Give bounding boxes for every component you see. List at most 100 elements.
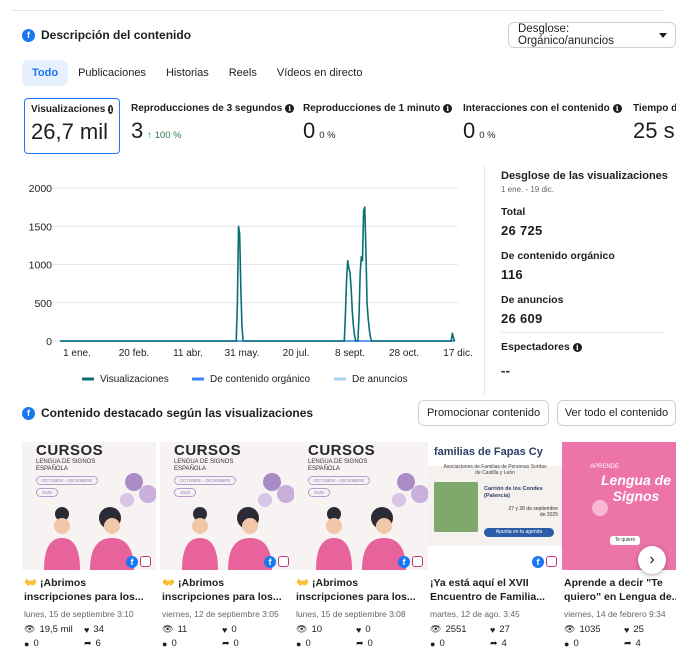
- views-line-chart: 0 500 1000 1500 2000 1 ene. 20 feb. 11 abr. 31 m…: [29, 183, 473, 385]
- thumb-illustration: [44, 473, 156, 570]
- stat-views: 👁 19,5 mil: [24, 624, 84, 635]
- stat-views: 👁 11: [162, 624, 222, 635]
- stat-likes: ♥ 27: [490, 624, 550, 635]
- y-tick-label: 1500: [29, 221, 53, 233]
- top-divider: [12, 10, 664, 11]
- share-icon: ➦: [624, 638, 632, 648]
- likes-count: 0: [365, 624, 371, 635]
- metric-interactions[interactable]: Interacciones con el contenido i 00 %: [463, 98, 631, 154]
- stat-shares: ➦ 4: [490, 638, 550, 649]
- stat-shares: ➦ 6: [84, 638, 144, 649]
- metric-value-row: 26,7 mil: [31, 119, 113, 145]
- metric-3s-plays[interactable]: Reproducciones de 3 segundos i 3 ↑ 100 %: [131, 98, 299, 154]
- eye-icon: 👁: [24, 624, 36, 634]
- facebook-icon: f: [22, 28, 35, 42]
- y-tick-label: 1000: [29, 260, 53, 272]
- post-date: lunes, 15 de septiembre 3:08: [296, 609, 406, 619]
- carousel-next-button[interactable]: ›: [638, 546, 666, 574]
- legend-label[interactable]: De contenido orgánico: [210, 374, 311, 385]
- stat-views: 👁 1035: [564, 624, 624, 635]
- viewers-label-row: Espectadores i: [501, 341, 676, 353]
- content-overview-header: f Descripción del contenido: [22, 28, 191, 42]
- breakdown-value: 26 609: [501, 311, 543, 326]
- stat-likes: ♥ 25: [624, 624, 676, 635]
- x-tick-label: 28 oct.: [389, 348, 419, 359]
- thumb-small-text: APRENDE: [590, 464, 620, 470]
- metric-1min-plays[interactable]: Reproducciones de 1 minuto i 00 %: [303, 98, 463, 154]
- metric-views-label-row: Visualizaciones i: [31, 104, 113, 115]
- x-tick-label: 1 ene.: [63, 348, 91, 359]
- breakdown-dropdown-label: Desglose: Orgánico/anuncios: [518, 23, 614, 47]
- facebook-badge-icon: f: [264, 556, 276, 568]
- caret-down-icon: [659, 32, 667, 38]
- comment-icon: ●: [162, 638, 168, 649]
- tab-posts[interactable]: Publicaciones: [68, 60, 156, 86]
- post-thumbnail: CURSOS LENGUA DE SIGNOS ESPAÑOLA OCTUBRE …: [160, 442, 294, 570]
- post-thumbnail: familias de Fapas Cy Asociaciones de Fam…: [428, 442, 562, 570]
- metric-label: Reproducciones de 1 minuto: [303, 103, 441, 114]
- promote-content-button[interactable]: Promocionar contenido: [418, 400, 549, 426]
- views-count: 11: [177, 624, 188, 635]
- tab-reels[interactable]: Reels: [219, 60, 267, 86]
- metric-1min-label-row: Reproducciones de 1 minuto i: [303, 103, 463, 114]
- stat-shares: ➦ 4: [624, 638, 676, 649]
- metric-delta: 0 %: [319, 130, 336, 141]
- metric-value: 26,7 mil: [31, 119, 109, 144]
- featured-card[interactable]: CURSOS LENGUA DE SIGNOS ESPAÑOLA OCTUBRE …: [294, 442, 428, 670]
- metric-label: Visualizaciones: [31, 104, 106, 115]
- post-title: 👐 ¡Abrimos inscripciones para los...: [162, 577, 282, 603]
- featured-card[interactable]: CURSOS LENGUA DE SIGNOS ESPAÑOLA OCTUBRE …: [160, 442, 294, 670]
- tab-live-videos[interactable]: Vídeos en directo: [267, 60, 373, 86]
- legend-label[interactable]: Visualizaciones: [100, 374, 169, 385]
- instagram-badge-icon: [546, 556, 557, 567]
- eye-icon: 👁: [564, 624, 576, 634]
- share-icon: ➦: [490, 638, 498, 648]
- post-date: martes, 12 de ago. 3:45: [430, 609, 520, 619]
- featured-card[interactable]: CURSOS LENGUA DE SIGNOS ESPAÑOLA OCTUBRE …: [22, 442, 156, 670]
- tab-stories[interactable]: Historias: [156, 60, 219, 86]
- content-type-tabs: Todo Publicaciones Historias Reels Vídeo…: [22, 60, 372, 86]
- breakdown-label: Total: [501, 206, 526, 218]
- post-title: 👐 ¡Abrimos inscripciones para los...: [24, 577, 144, 603]
- viewers-value: --: [501, 363, 511, 378]
- eye-icon: 👁: [430, 624, 442, 634]
- stat-comments: ● 0: [162, 638, 222, 649]
- stat-views: 👁 10: [296, 624, 356, 635]
- shares-count: 6: [95, 638, 101, 649]
- info-icon: i: [108, 105, 113, 114]
- info-icon: i: [443, 104, 453, 113]
- breakdown-dropdown[interactable]: Desglose: Orgánico/anuncios: [508, 22, 676, 48]
- comments-count: 0: [171, 638, 177, 649]
- share-icon: ➦: [84, 638, 92, 648]
- chevron-right-icon: ›: [649, 551, 655, 568]
- thumb-subtitle: Asociaciones de Familias de Personas Sor…: [443, 464, 547, 476]
- metric-value-row: 25 s: [633, 118, 676, 144]
- see-all-content-button[interactable]: Ver todo el contenido: [557, 400, 676, 426]
- comments-count: 0: [33, 638, 39, 649]
- x-tick-label: 31 may.: [225, 348, 260, 359]
- stat-comments: ● 0: [24, 638, 84, 649]
- stat-comments: ● 0: [296, 638, 356, 649]
- post-stats: 👁 19,5 mil ♥ 34 ● 0 ➦ 6: [22, 624, 156, 649]
- likes-count: 0: [231, 624, 237, 635]
- tab-all[interactable]: Todo: [22, 60, 69, 86]
- post-stats: 👁 2551 ♥ 27 ● 0 ➦ 4: [428, 624, 562, 649]
- metric-interactions-label-row: Interacciones con el contenido i: [463, 103, 631, 114]
- facebook-badge-icon: f: [398, 556, 410, 568]
- metric-3s-label-row: Reproducciones de 3 segundos i: [131, 103, 299, 114]
- heart-icon: ♥: [490, 624, 496, 635]
- heart-icon: ♥: [624, 624, 630, 635]
- stat-likes: ♥ 0: [356, 624, 416, 635]
- metric-watch-time[interactable]: Tiempo d 25 s: [633, 98, 676, 154]
- featured-cards: CURSOS LENGUA DE SIGNOS ESPAÑOLA OCTUBRE …: [22, 442, 676, 670]
- thumb-tag: Te quiero: [610, 536, 640, 545]
- x-tick-label: 11 abr.: [173, 348, 203, 359]
- heart-icon: ♥: [84, 624, 90, 635]
- featured-card[interactable]: familias de Fapas Cy Asociaciones de Fam…: [428, 442, 562, 670]
- breakdown-value: 116: [501, 267, 523, 282]
- legend-label[interactable]: De anuncios: [352, 374, 408, 385]
- post-stats: 👁 1035 ♥ 25 ● 0 ➦ 4: [562, 624, 676, 649]
- metric-views[interactable]: Visualizaciones i 26,7 mil: [24, 98, 120, 154]
- metric-label: Reproducciones de 3 segundos: [131, 103, 283, 114]
- metrics-row: Visualizaciones i 26,7 mil Reproducciones…: [24, 98, 676, 156]
